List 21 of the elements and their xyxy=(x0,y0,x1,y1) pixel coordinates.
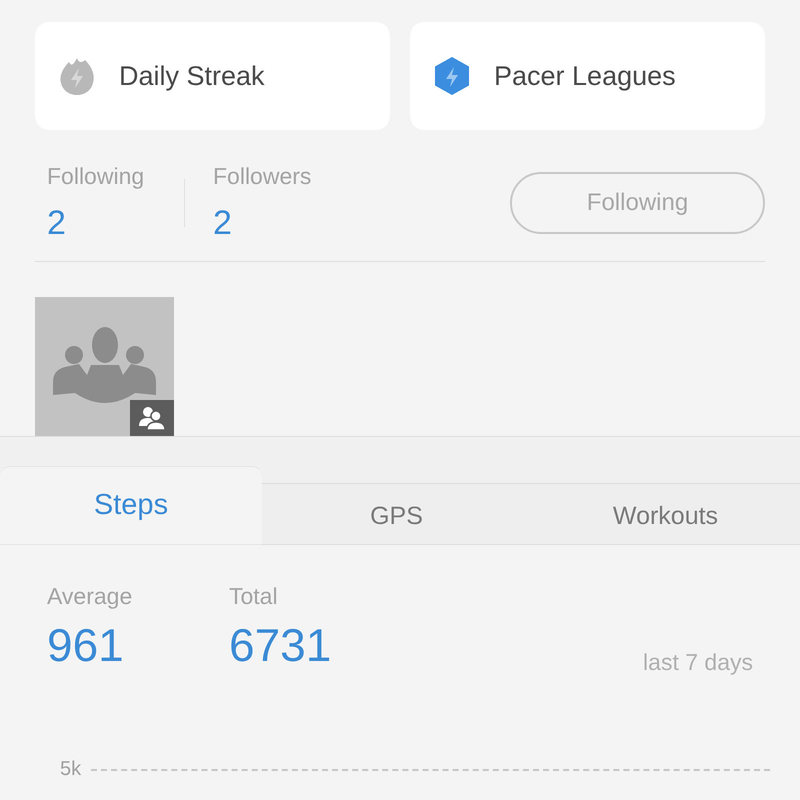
tab[interactable]: Workouts xyxy=(531,483,800,545)
tab[interactable]: Steps xyxy=(0,466,262,545)
people-badge-icon xyxy=(130,400,174,436)
stat-label: Total xyxy=(229,583,279,610)
card-label: Daily Streak xyxy=(119,60,265,92)
shortcut-card[interactable]: Pacer Leagues xyxy=(410,22,765,130)
period-label: last 7 days xyxy=(643,649,753,676)
lightning-hexagon-icon xyxy=(432,56,472,96)
shortcut-card[interactable]: Daily Streak xyxy=(35,22,390,130)
stat-label: Average xyxy=(47,583,134,610)
card-label: Pacer Leagues xyxy=(494,60,676,92)
following-button[interactable]: Following xyxy=(510,172,765,234)
stat-value[interactable]: 2 xyxy=(47,204,184,243)
group-avatar[interactable] xyxy=(35,297,174,436)
axis-label: 5k xyxy=(60,758,82,781)
stat-value: 6731 xyxy=(229,618,332,672)
stat-label: Following xyxy=(47,163,146,190)
stat-label: Followers xyxy=(213,163,312,190)
stat-value[interactable]: 2 xyxy=(213,204,350,243)
tab[interactable]: GPS xyxy=(262,483,531,545)
stat-value: 961 xyxy=(47,618,125,672)
